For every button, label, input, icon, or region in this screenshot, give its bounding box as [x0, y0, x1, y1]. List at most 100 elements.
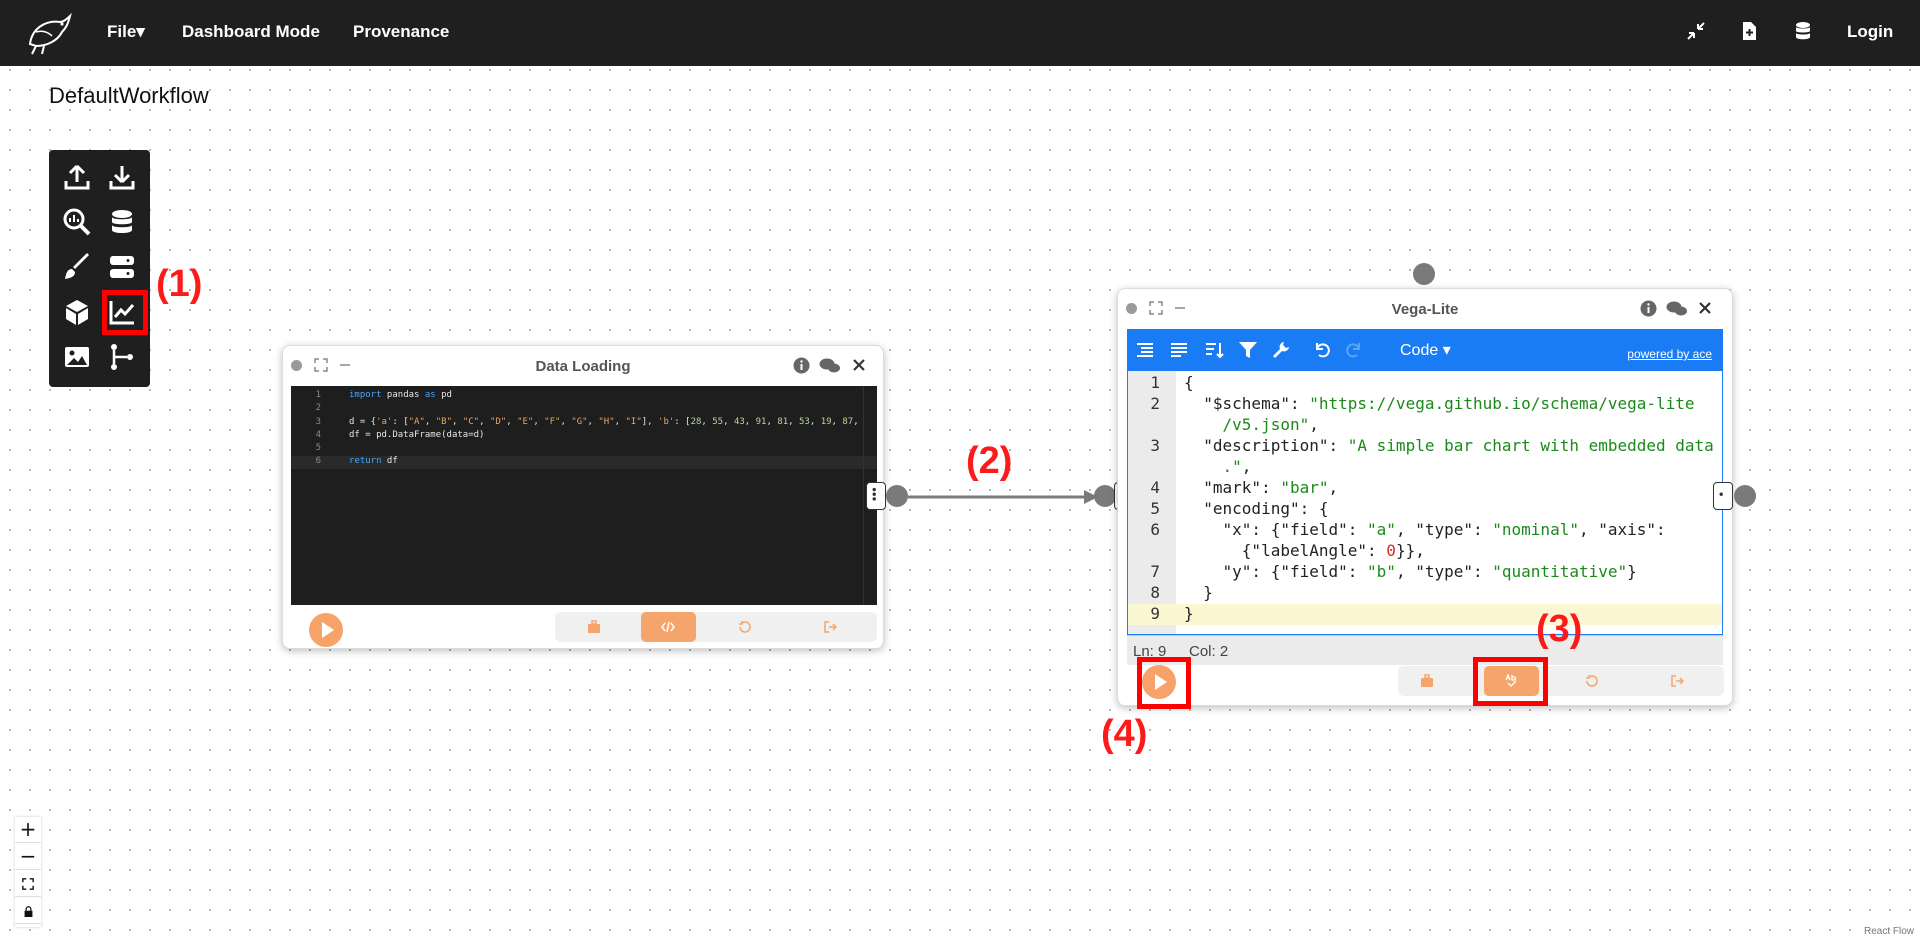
login-button[interactable]: Login — [1847, 22, 1893, 42]
code-mode-menu[interactable]: Code ▾ — [1400, 340, 1451, 360]
toolbox-icon — [1421, 674, 1433, 687]
editor-line: 3 "description": "A simple bar chart wit… — [1150, 436, 1714, 455]
compress-icon[interactable] — [1685, 20, 1707, 42]
download-icon[interactable] — [107, 162, 137, 192]
code-icon — [661, 621, 675, 633]
workflow-title: DefaultWorkflow — [49, 83, 209, 108]
annotation-box-4 — [1137, 657, 1191, 709]
lock-button[interactable] — [15, 898, 41, 924]
output-port[interactable] — [866, 482, 886, 510]
sign-out-icon — [1671, 675, 1684, 687]
output-button[interactable] — [803, 612, 858, 642]
editor-line: 6 "x": {"field": "a", "type": "nominal",… — [1150, 520, 1666, 539]
server-icon[interactable] — [107, 252, 137, 282]
sign-out-icon — [824, 621, 837, 633]
react-flow-attribution[interactable]: React Flow — [1863, 926, 1914, 937]
database-icon[interactable] — [107, 207, 137, 237]
file-menu[interactable]: File▾ — [107, 22, 145, 42]
output-port[interactable] — [1713, 482, 1733, 510]
dashboard-mode-button[interactable]: Dashboard Mode — [182, 22, 320, 42]
connection-handle[interactable] — [1413, 263, 1435, 285]
code-view-button[interactable] — [641, 612, 696, 642]
annotation-box-1 — [102, 290, 148, 335]
powered-by-ace-link[interactable]: powered by ace — [1627, 347, 1712, 361]
database-icon[interactable] — [1792, 20, 1814, 42]
connection-edge[interactable] — [908, 488, 1108, 506]
zoom-out-button[interactable]: − — [15, 844, 41, 870]
close-icon[interactable] — [852, 358, 866, 372]
json-editor-toolbar: Code ▾ powered by ace — [1127, 329, 1723, 370]
info-icon[interactable] — [793, 357, 810, 374]
editor-line: /v5.json", — [1184, 415, 1319, 434]
zoom-controls: + − — [15, 817, 41, 927]
node-header[interactable]: Vega-Lite — [1118, 289, 1732, 327]
brush-icon[interactable] — [62, 252, 92, 282]
undo-icon — [1586, 675, 1598, 687]
provenance-button[interactable]: Provenance — [353, 22, 449, 42]
top-navbar: File▾ Dashboard Mode Provenance Login — [0, 0, 1920, 66]
zoom-in-button[interactable]: + — [15, 817, 41, 843]
connection-handle[interactable] — [886, 485, 908, 507]
editor-line: 5 "encoding": { — [1150, 499, 1329, 518]
annotation-label-1: (1) — [156, 263, 203, 305]
sort-icon[interactable] — [1204, 340, 1224, 360]
toolbox-button[interactable] — [1400, 666, 1455, 696]
editor-line: 2 "$schema": "https://vega.github.io/sch… — [1150, 394, 1695, 413]
code-line: 5 — [315, 443, 321, 453]
annotation-label-4: (4) — [1101, 713, 1148, 755]
fit-view-button[interactable] — [15, 871, 41, 897]
editor-status-bar: Ln: 9 Col: 2 — [1127, 635, 1723, 665]
filter-icon[interactable] — [1238, 340, 1258, 360]
upload-icon[interactable] — [62, 162, 92, 192]
undo-button[interactable] — [1564, 666, 1619, 696]
status-column-number: Col: 2 — [1189, 643, 1229, 660]
undo-button[interactable] — [717, 612, 772, 642]
undo-icon[interactable] — [1312, 340, 1332, 360]
node-toolbar — [1398, 666, 1724, 696]
code-line: 3d = {'a': ["A", "B", "C", "D", "E", "F"… — [315, 417, 859, 427]
merge-branch-icon[interactable] — [107, 342, 137, 372]
vega-json-editor[interactable]: 1{ 2 "$schema": "https://vega.github.io/… — [1127, 370, 1723, 635]
lock-icon — [24, 906, 32, 917]
annotation-label-2: (2) — [966, 440, 1013, 482]
image-icon[interactable] — [62, 342, 92, 372]
editor-line: .", — [1184, 457, 1252, 476]
annotation-label-3: (3) — [1536, 608, 1583, 650]
info-icon[interactable] — [1640, 300, 1657, 317]
comments-icon[interactable] — [819, 357, 841, 374]
editor-line: 8 } — [1150, 583, 1213, 602]
vega-lite-node[interactable]: Vega-Lite Code ▾ powered by ace 1{ 2 "$s… — [1117, 288, 1733, 706]
connection-handle[interactable] — [1094, 485, 1116, 507]
editor-line: {"labelAngle": 0}}, — [1184, 541, 1425, 560]
undo-icon — [739, 621, 751, 633]
data-loading-node[interactable]: Data Loading 1 import pandas as pd 2 3d =… — [282, 345, 884, 649]
wrench-icon[interactable] — [1271, 340, 1291, 360]
comments-icon[interactable] — [1666, 300, 1688, 317]
editor-line: 4 "mark": "bar", — [1150, 478, 1339, 497]
editor-line: 1{ — [1150, 373, 1194, 392]
output-button[interactable] — [1650, 666, 1705, 696]
analyze-search-icon[interactable] — [62, 207, 92, 237]
node-toolbar — [555, 612, 877, 642]
code-line: 2 — [315, 403, 321, 413]
file-plus-icon[interactable] — [1738, 20, 1760, 42]
fit-view-icon — [22, 878, 34, 890]
bird-logo-icon[interactable] — [22, 10, 72, 56]
python-code-editor[interactable]: 1 import pandas as pd 2 3d = {'a': ["A", … — [291, 386, 877, 605]
code-line: 1 import pandas as pd — [315, 390, 452, 400]
run-button[interactable] — [309, 613, 343, 647]
toolbox-icon — [588, 620, 600, 633]
toolbox-button[interactable] — [567, 612, 622, 642]
redo-icon[interactable] — [1344, 340, 1364, 360]
tool-palette — [49, 150, 150, 387]
compact-icon[interactable] — [1169, 340, 1189, 360]
cube-icon[interactable] — [62, 297, 92, 327]
node-header[interactable]: Data Loading — [283, 346, 883, 384]
editor-line: 7 "y": {"field": "b", "type": "quantitat… — [1150, 562, 1637, 581]
close-icon[interactable] — [1698, 301, 1712, 315]
format-icon[interactable] — [1135, 340, 1155, 360]
code-line-active: 6 return df — [291, 456, 877, 469]
annotation-box-3 — [1473, 657, 1548, 706]
code-line: 4 df = pd.DataFrame(data=d) — [315, 430, 485, 440]
connection-handle[interactable] — [1734, 485, 1756, 507]
